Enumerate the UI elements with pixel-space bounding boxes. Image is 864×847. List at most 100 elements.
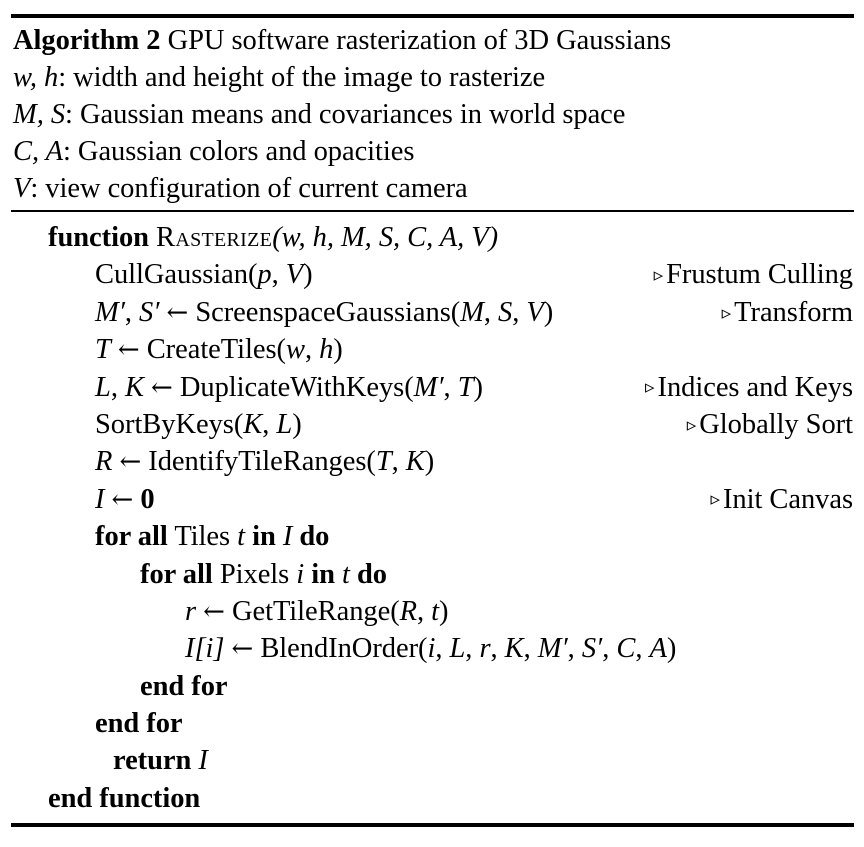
lhs-I: I (95, 483, 105, 515)
call-createtiles: CreateTiles( (146, 334, 286, 366)
arg-K: K (243, 408, 263, 440)
assign-arrow-icon: ← (119, 447, 142, 478)
comment-transform: ▹ Transform (722, 294, 853, 332)
procedure-name-rasterize: Rasterize (156, 222, 273, 253)
procedure-args: (w, h, M, S, C, A, V) (272, 222, 499, 253)
lhs-L: L (95, 371, 111, 403)
arg-L: L (276, 408, 293, 440)
comment-triangle-icon: ▹ (645, 377, 655, 399)
code-line-content: T ← CreateTiles(w, h) (95, 334, 343, 366)
arg-K: K (405, 446, 425, 478)
arg-A: A (649, 633, 667, 665)
arg-r: r (479, 633, 491, 665)
lhs-R: R (95, 446, 113, 478)
title-spacer (160, 25, 167, 56)
code-line-function-signature: function Rasterize(w, h, M, S, C, A, V) (0, 219, 864, 256)
keyword-for-all: for all (95, 521, 168, 553)
keyword-do: do (299, 521, 330, 553)
assign-arrow-icon: ← (203, 596, 225, 627)
sep1: , (124, 296, 140, 328)
word-tiles: Tiles (174, 521, 231, 553)
code-line-content: CullGaussian(p, V) (95, 259, 313, 291)
comment-indices-and-keys: ▹ Indices and Keys (645, 369, 853, 407)
arg-M-prime: M′ (413, 371, 444, 403)
algorithm-header: Algorithm 2 GPU software rasterization o… (13, 22, 853, 207)
comment-text: Globally Sort (699, 408, 853, 440)
code-line-createtiles: T ← CreateTiles(w, h) (0, 331, 864, 368)
code-line-return: return I (0, 742, 864, 779)
comment-triangle-icon: ▹ (653, 265, 664, 287)
code-line-content: SortByKeys(K, L) (95, 408, 302, 440)
rule-top (11, 14, 854, 18)
call-cullgaussian: CullGaussian( (95, 259, 258, 291)
call-sortbykeys: SortByKeys( (95, 408, 244, 440)
code-line-content: R ← IdentifyTileRanges(T, K) (95, 446, 435, 478)
code-line-content: I[i] ← BlendInOrder(i, L, r, K, M′, S′, … (185, 633, 677, 665)
comment-text: Init Canvas (722, 483, 853, 515)
sep6: , (602, 633, 617, 665)
arg-w: w (285, 334, 305, 366)
keyword-function: function (48, 222, 149, 253)
code-line-content: end function (0, 780, 200, 817)
return-value-I: I (198, 745, 208, 777)
keyword-in: in (311, 558, 335, 590)
input-desc-ca: : Gaussian colors and opacities (62, 136, 415, 167)
code-line-content: for all Tiles t in I do (0, 518, 329, 555)
arg-T: T (375, 446, 392, 478)
code-line-for-all-pixels: for all Pixels i in t do (0, 556, 864, 593)
comment-text: Frustum Culling (666, 259, 853, 291)
comment-triangle-icon: ▹ (710, 489, 720, 511)
assign-arrow-icon: ← (151, 372, 173, 403)
algorithm-figure: Algorithm 2 GPU software rasterization o… (0, 0, 864, 847)
sep1: , (304, 334, 320, 366)
sep1: , (391, 446, 406, 478)
lhs-K: K (124, 371, 144, 403)
input-desc-v: : view configuration of current camera (30, 173, 468, 204)
assign-arrow-icon: ← (111, 484, 134, 515)
arg-T: T (457, 371, 474, 403)
sep4: , (523, 633, 538, 665)
input-symbols-ca: C, A (13, 136, 63, 167)
code-line-content: for all Pixels i in t do (0, 556, 387, 593)
call-blendinorder: BlendInOrder( (260, 633, 428, 665)
code-line-for-all-tiles: for all Tiles t in I do (0, 518, 864, 555)
comment-frustum-culling: ▹ Frustum Culling (654, 256, 853, 294)
code-line-content: I ← 0 (0, 481, 155, 519)
arg-S-prime: S′ (581, 633, 603, 665)
arg-t: t (431, 595, 440, 627)
keyword-in: in (252, 521, 276, 553)
comment-triangle-icon: ▹ (686, 414, 697, 436)
code-line-content: return I (0, 742, 208, 779)
code-line-content: end for (0, 705, 183, 742)
sep5: , (567, 633, 582, 665)
call-gettilerange: GetTileRange( (231, 595, 400, 627)
arg-K: K (504, 633, 524, 665)
code-line-cullgaussian: CullGaussian(p, V) ▹ Frustum Culling (0, 256, 864, 293)
comment-init-canvas: ▹ Init Canvas (710, 481, 853, 519)
loop-var-t: t (237, 521, 245, 553)
keyword-do: do (356, 558, 387, 590)
lhs-r: r (185, 595, 197, 627)
algorithm-title: GPU software rasterization of 3D Gaussia… (167, 25, 672, 56)
input-line-ms: M, S: Gaussian means and covariances in … (13, 96, 853, 133)
input-desc-wh: : width and height of the image to raste… (58, 62, 546, 93)
arg-M-prime: M′ (537, 633, 568, 665)
sep1: , (435, 633, 450, 665)
code-line-content: end for (0, 668, 228, 705)
keyword-return: return (113, 745, 192, 777)
arg-V: V (526, 296, 544, 328)
input-desc-ms: : Gaussian means and covariances in worl… (65, 99, 626, 130)
code-line-identifytileranges: R ← IdentifyTileRanges(T, K) (0, 443, 864, 480)
keyword-for-all: for all (140, 558, 213, 590)
rule-middle (11, 210, 854, 212)
input-line-v: V: view configuration of current camera (13, 170, 853, 207)
assign-arrow-icon: ← (231, 634, 254, 665)
input-line-wh: w, h: width and height of the image to r… (13, 59, 853, 96)
keyword-end-for: end for (95, 708, 183, 740)
call-screenspacegaussians: ScreenspaceGaussians( (195, 296, 461, 328)
arg-p: p (257, 259, 272, 291)
keyword-end-for: end for (140, 670, 228, 702)
loop-var-i: i (296, 558, 305, 590)
arg-R: R (399, 595, 418, 627)
call-identifytileranges: IdentifyTileRanges( (148, 446, 376, 478)
